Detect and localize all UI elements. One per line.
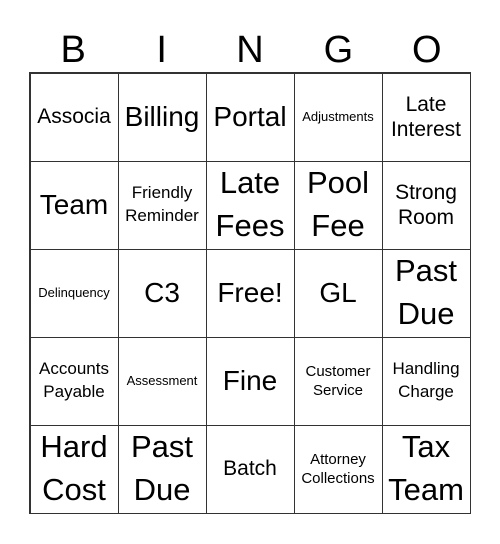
bingo-cell[interactable]: Portal	[205, 72, 295, 162]
bingo-cell[interactable]: Accounts Payable	[29, 336, 119, 426]
bingo-cell[interactable]: Associa	[29, 72, 119, 162]
bingo-cell[interactable]: Billing	[117, 72, 207, 162]
bingo-cell[interactable]: Past Due	[117, 424, 207, 514]
header-letter-n: N	[236, 29, 264, 71]
bingo-grid: Associa Billing Portal Adjustments Late …	[29, 72, 471, 514]
free-space[interactable]: Free!	[205, 248, 295, 338]
bingo-cell[interactable]: Customer Service	[293, 336, 383, 426]
bingo-cell[interactable]: Adjustments	[293, 72, 383, 162]
bingo-cell[interactable]: Batch	[205, 424, 295, 514]
bingo-cell[interactable]: C3	[117, 248, 207, 338]
bingo-cell[interactable]: Delinquency	[29, 248, 119, 338]
header-letter-g: G	[323, 29, 354, 71]
bingo-cell[interactable]: Fine	[205, 336, 295, 426]
bingo-cell[interactable]: Pool Fee	[293, 160, 383, 250]
bingo-cell[interactable]: Late Fees	[205, 160, 295, 250]
bingo-cell[interactable]: Team	[29, 160, 119, 250]
header-letter-b: B	[60, 29, 86, 71]
bingo-cell[interactable]: Hard Cost	[29, 424, 119, 514]
bingo-cell[interactable]: Tax Team	[381, 424, 471, 514]
bingo-cell[interactable]: Handling Charge	[381, 336, 471, 426]
bingo-cell[interactable]: Past Due	[381, 248, 471, 338]
bingo-cell[interactable]: Late Interest	[381, 72, 471, 162]
bingo-cell[interactable]: GL	[293, 248, 383, 338]
bingo-cell[interactable]: Attorney Collections	[293, 424, 383, 514]
bingo-header: B I N G O	[29, 28, 471, 72]
bingo-cell[interactable]: Assessment	[117, 336, 207, 426]
header-letter-o: O	[412, 29, 442, 71]
bingo-cell[interactable]: Strong Room	[381, 160, 471, 250]
header-letter-i: I	[156, 29, 167, 71]
bingo-cell[interactable]: Friendly Reminder	[117, 160, 207, 250]
